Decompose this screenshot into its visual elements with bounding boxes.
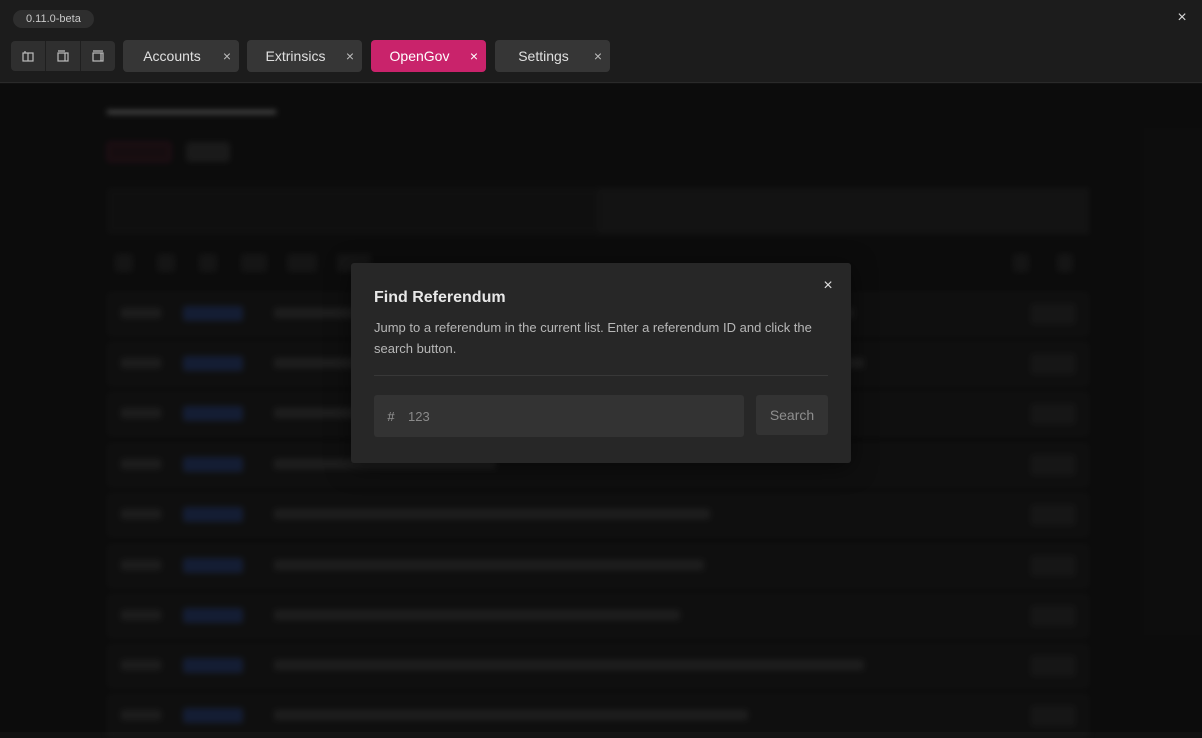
close-app-icon[interactable]: × [1172, 8, 1192, 28]
version-badge: 0.11.0-beta [13, 10, 94, 28]
tab-close-icon[interactable]: × [215, 48, 239, 64]
layout-single-icon [92, 50, 104, 62]
modal-title: Find Referendum [374, 289, 506, 306]
tab-accounts[interactable]: Accounts × [123, 40, 239, 72]
layout-dual-button[interactable] [46, 41, 81, 71]
top-bar: 0.11.0-beta × Accounts × Extrinsics × Op… [0, 0, 1202, 83]
tab-label: Accounts [143, 48, 201, 64]
layout-split-button[interactable] [11, 41, 46, 71]
search-button[interactable]: Search [756, 395, 828, 435]
referendum-id-input[interactable] [408, 396, 744, 436]
find-referendum-modal: × Find Referendum Jump to a referendum i… [351, 263, 851, 463]
layout-single-button[interactable] [81, 41, 115, 71]
referendum-id-field: # [374, 395, 744, 437]
tab-close-icon[interactable]: × [462, 48, 486, 64]
tab-close-icon[interactable]: × [586, 48, 610, 64]
modal-description: Jump to a referendum in the current list… [374, 320, 812, 356]
tab-settings[interactable]: Settings × [495, 40, 610, 72]
tab-label: Extrinsics [265, 48, 326, 64]
hash-prefix: # [387, 408, 395, 424]
tab-label: OpenGov [389, 48, 450, 64]
close-icon[interactable]: × [819, 277, 837, 295]
divider [374, 375, 828, 376]
tab-extrinsics[interactable]: Extrinsics × [247, 40, 362, 72]
layout-button-group [11, 41, 115, 71]
tab-opengov[interactable]: OpenGov × [371, 40, 486, 72]
layout-split-icon [22, 51, 34, 62]
tab-label: Settings [518, 48, 569, 64]
tab-close-icon[interactable]: × [338, 48, 362, 64]
layout-dual-icon [57, 50, 69, 62]
